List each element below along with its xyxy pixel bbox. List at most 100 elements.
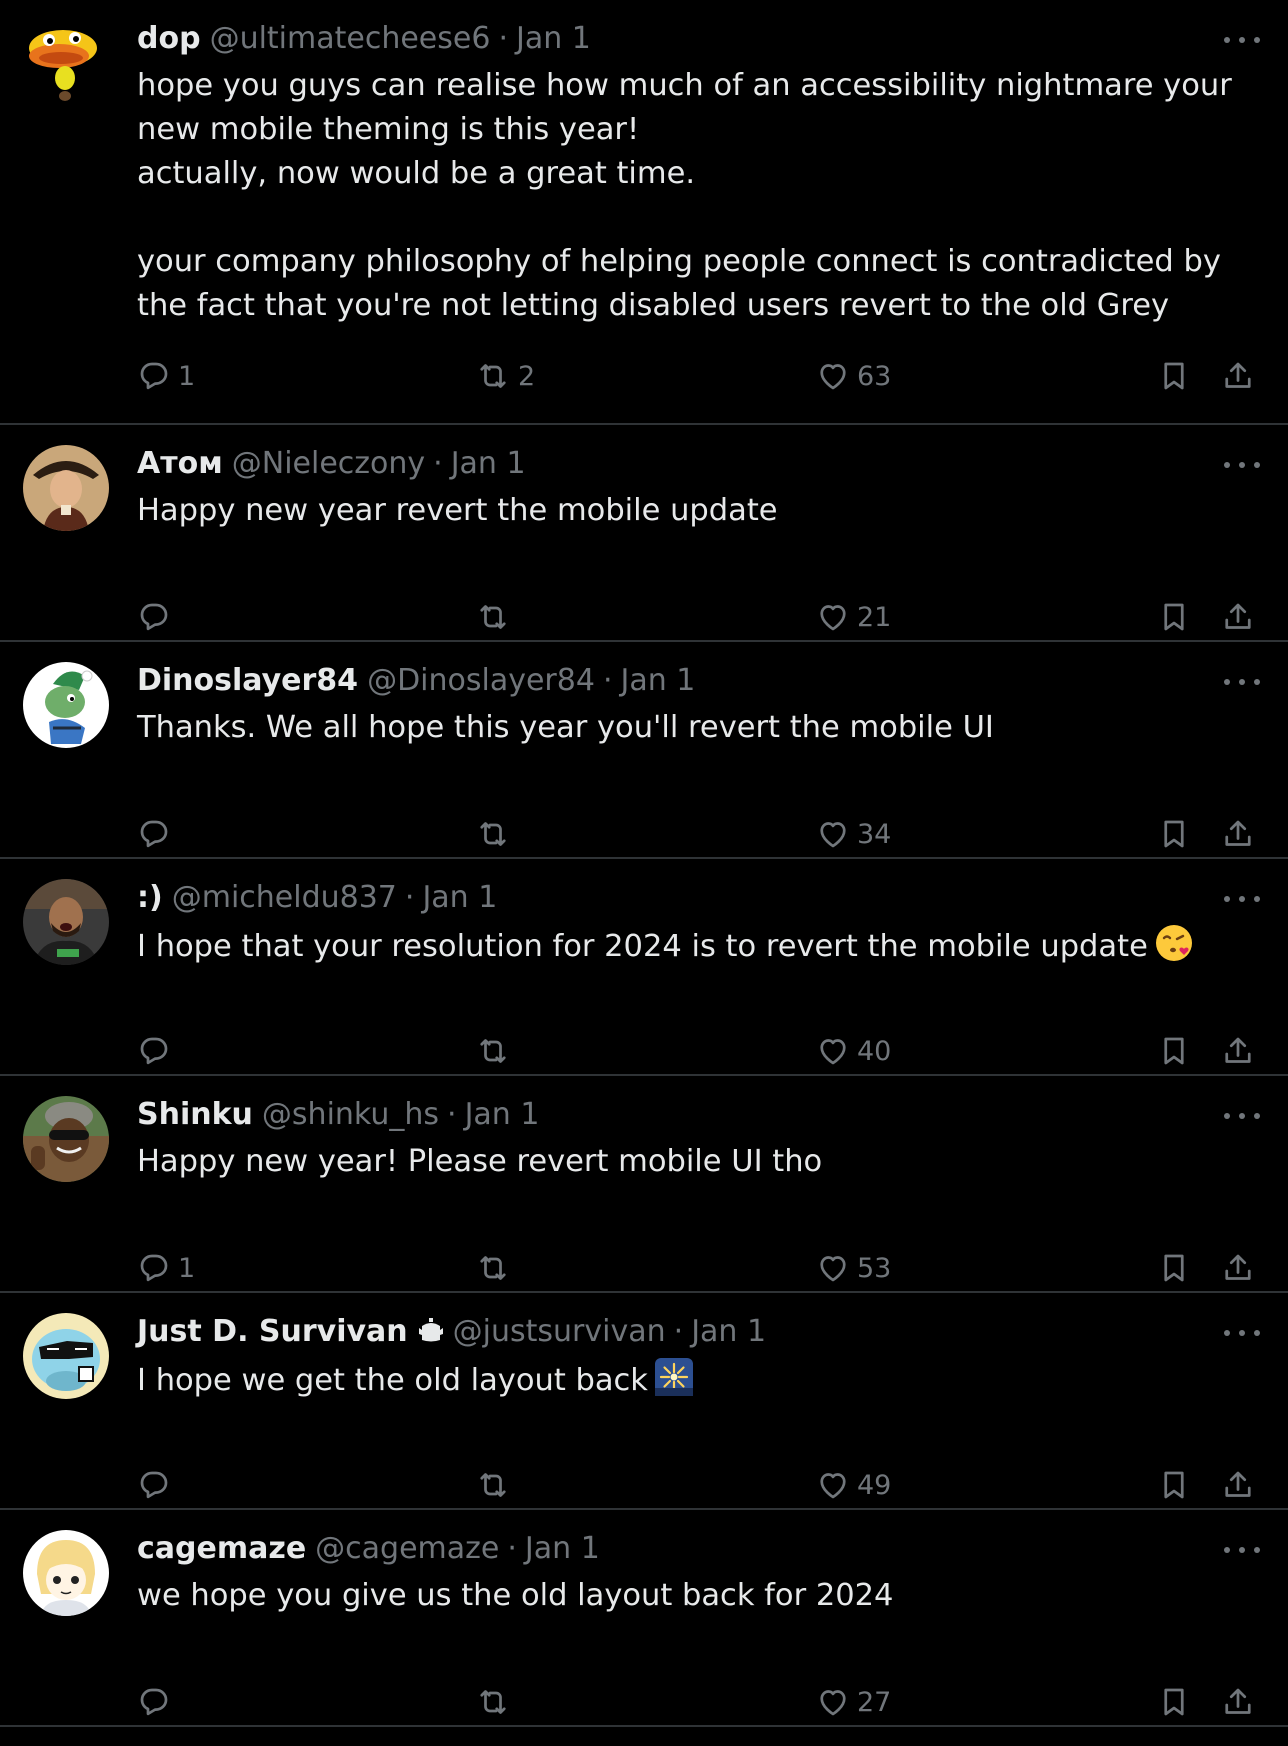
reply-button[interactable] (136, 1680, 178, 1724)
like-button[interactable]: 49 (815, 1463, 891, 1507)
reply-count: 1 (178, 360, 196, 392)
reply-icon (140, 1688, 168, 1716)
reply-button[interactable] (136, 1029, 178, 1073)
display-name[interactable]: dop (137, 21, 201, 56)
user-handle[interactable]: @Dinoslayer84 (367, 663, 595, 698)
more-icon[interactable] (1224, 887, 1260, 911)
tweet-header: dop @ultimatecheese6 · Jan 1 (137, 18, 591, 60)
share-button[interactable] (1220, 1463, 1256, 1507)
display-name[interactable]: Just D. Survivan (137, 1314, 408, 1349)
timestamp[interactable]: Jan 1 (691, 1314, 766, 1349)
like-button[interactable]: 63 (815, 354, 891, 398)
display-name[interactable]: Dinoslayer84 (137, 663, 358, 698)
tweet-text: I hope we get the old layout back (137, 1357, 1262, 1410)
like-button[interactable]: 53 (815, 1246, 891, 1290)
avatar[interactable] (23, 1530, 109, 1616)
display-name[interactable]: :) (137, 880, 163, 915)
display-name[interactable]: cagemaze (137, 1531, 306, 1566)
action-bar: 21 (0, 595, 1288, 639)
retweet-button[interactable] (474, 1246, 518, 1290)
like-button[interactable]: 34 (815, 812, 891, 856)
separator: · (602, 663, 613, 698)
user-handle[interactable]: @micheldu837 (172, 880, 397, 915)
timestamp[interactable]: Jan 1 (451, 446, 526, 481)
bookmark-button[interactable] (1156, 1029, 1192, 1073)
more-icon[interactable] (1224, 28, 1260, 52)
separator: · (498, 21, 508, 56)
display-name[interactable]: Shinku (137, 1097, 253, 1132)
retweet-button[interactable]: 2 (474, 354, 535, 398)
bookmark-button[interactable] (1156, 1463, 1192, 1507)
share-button[interactable] (1220, 1029, 1256, 1073)
like-button[interactable]: 40 (815, 1029, 891, 1073)
like-button[interactable]: 21 (815, 595, 891, 639)
more-icon[interactable] (1224, 1104, 1260, 1128)
tweet[interactable]: Dinoslayer84 @Dinoslayer84 · Jan 1 Thanks. … (0, 642, 1288, 859)
tweet[interactable]: Shinku @shinku_hs · Jan 1 Happy new year! P… (0, 1076, 1288, 1293)
more-icon[interactable] (1224, 1538, 1260, 1562)
user-handle[interactable]: @cagemaze (315, 1531, 499, 1566)
display-name[interactable]: Атом (137, 446, 223, 481)
like-button[interactable]: 27 (815, 1680, 891, 1724)
bookmark-button[interactable] (1156, 354, 1192, 398)
reply-button[interactable] (136, 1463, 178, 1507)
avatar[interactable] (23, 20, 109, 106)
reply-button[interactable]: 1 (136, 354, 195, 398)
timestamp[interactable]: Jan 1 (465, 1097, 540, 1132)
retweet-button[interactable] (474, 1029, 518, 1073)
bookmark-button[interactable] (1156, 595, 1192, 639)
bookmark-button[interactable] (1156, 1680, 1192, 1724)
share-button[interactable] (1220, 1246, 1256, 1290)
share-icon (1225, 362, 1251, 388)
tweet-header: Атом @Nieleczony · Jan 1 (137, 443, 526, 485)
bookmark-button[interactable] (1156, 1246, 1192, 1290)
retweet-icon (480, 822, 506, 846)
user-handle[interactable]: @shinku_hs (262, 1097, 439, 1132)
retweet-button[interactable] (474, 595, 518, 639)
tweet-text-content: I hope we get the old layout back (137, 1363, 648, 1398)
more-icon[interactable] (1224, 453, 1260, 477)
avatar[interactable] (23, 662, 109, 748)
user-handle[interactable]: @ultimatecheese6 (210, 21, 491, 56)
heart-icon (820, 364, 846, 390)
reply-button[interactable] (136, 595, 178, 639)
bookmark-button[interactable] (1156, 812, 1192, 856)
retweet-button[interactable] (474, 1680, 518, 1724)
action-bar: 49 (0, 1463, 1288, 1507)
timestamp[interactable]: Jan 1 (422, 880, 497, 915)
reply-button[interactable] (136, 812, 178, 856)
retweet-icon (480, 1690, 506, 1714)
share-icon (1225, 820, 1251, 846)
tweet[interactable]: cagemaze @cagemaze · Jan 1 we hope you give… (0, 1510, 1288, 1727)
share-button[interactable] (1220, 1680, 1256, 1724)
like-count: 34 (857, 818, 892, 850)
share-button[interactable] (1220, 812, 1256, 856)
retweet-button[interactable] (474, 812, 518, 856)
share-button[interactable] (1220, 595, 1256, 639)
tweet-header: Just D. Survivan @justsurvivan · Jan 1 (137, 1311, 766, 1353)
tweet-text-content: I hope that your resolution for 2024 is … (137, 929, 1148, 964)
tweet[interactable]: Just D. Survivan @justsurvivan · Jan 1 I ho… (0, 1293, 1288, 1510)
user-handle[interactable]: @justsurvivan (453, 1314, 666, 1349)
tweet[interactable]: :) @micheldu837 · Jan 1 I hope that your re… (0, 859, 1288, 1076)
reply-button[interactable]: 1 (136, 1246, 195, 1290)
tweet[interactable]: dop @ultimatecheese6 · Jan 1 hope you guys … (0, 0, 1288, 425)
avatar[interactable] (23, 1096, 109, 1182)
share-button[interactable] (1220, 354, 1256, 398)
bookmark-icon (1164, 1471, 1184, 1499)
share-icon (1225, 1254, 1251, 1280)
reply-feed: dop @ultimatecheese6 · Jan 1 hope you guys … (0, 0, 1288, 1727)
timestamp[interactable]: Jan 1 (516, 21, 591, 56)
retweet-button[interactable] (474, 1463, 518, 1507)
heart-icon (820, 1039, 846, 1065)
avatar[interactable] (23, 879, 109, 965)
crown-icon (418, 1318, 443, 1342)
avatar[interactable] (23, 1313, 109, 1399)
timestamp[interactable]: Jan 1 (525, 1531, 600, 1566)
avatar[interactable] (23, 445, 109, 531)
tweet[interactable]: Атом @Nieleczony · Jan 1 Happy new year rev… (0, 425, 1288, 642)
user-handle[interactable]: @Nieleczony (232, 446, 425, 481)
timestamp[interactable]: Jan 1 (620, 663, 695, 698)
more-icon[interactable] (1224, 1321, 1260, 1345)
more-icon[interactable] (1224, 670, 1260, 694)
